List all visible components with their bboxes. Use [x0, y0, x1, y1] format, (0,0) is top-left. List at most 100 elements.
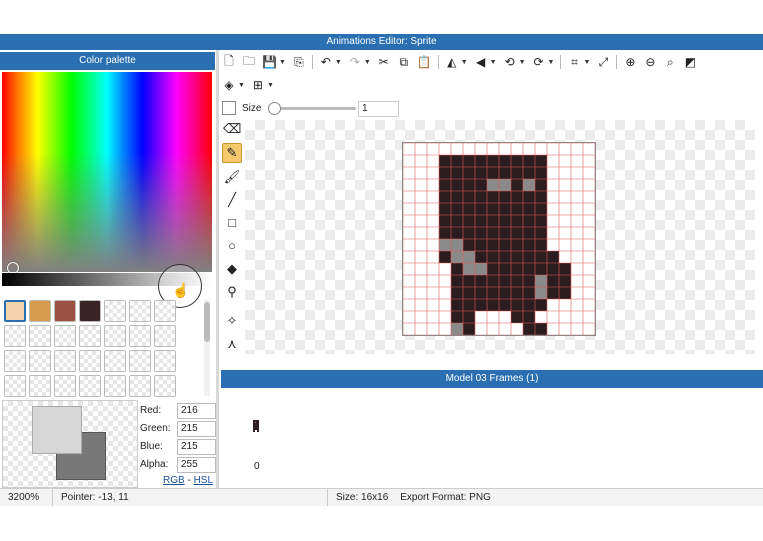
sprite-pixel[interactable]: [463, 191, 475, 203]
sprite-pixel[interactable]: [511, 263, 523, 275]
undo-dropdown-icon[interactable]: ▼: [335, 59, 342, 66]
sprite-pixel[interactable]: [487, 215, 499, 227]
sprite-pixel[interactable]: [475, 203, 487, 215]
save-icon[interactable]: 💾: [262, 55, 277, 69]
sprite-pixel[interactable]: [547, 251, 559, 263]
cut-icon[interactable]: ✂: [377, 55, 391, 69]
sprite-pixel[interactable]: [499, 299, 511, 311]
frame-thumbnail[interactable]: [252, 420, 260, 432]
color-swatch[interactable]: [29, 325, 51, 347]
sprite-pixel[interactable]: [523, 239, 535, 251]
flip-h-dropdown-icon[interactable]: ▼: [461, 59, 468, 66]
sprite-pixel[interactable]: [451, 155, 463, 167]
sprite-canvas[interactable]: [402, 142, 596, 336]
redo-icon[interactable]: ↷: [348, 55, 362, 69]
sprite-pixel[interactable]: [535, 263, 547, 275]
sprite-pixel[interactable]: [523, 227, 535, 239]
swatch-scrollbar-thumb[interactable]: [204, 302, 210, 342]
grid-dropdown-icon[interactable]: ▼: [267, 82, 274, 89]
sprite-pixel[interactable]: [511, 179, 523, 191]
panel-divider[interactable]: [216, 50, 219, 488]
sprite-pixel[interactable]: [547, 275, 559, 287]
sprite-pixel[interactable]: [463, 227, 475, 239]
color-swatch[interactable]: [104, 300, 126, 322]
sprite-pixel[interactable]: [523, 323, 535, 335]
sprite-pixel[interactable]: [451, 167, 463, 179]
sprite-pixel[interactable]: [511, 227, 523, 239]
color-swatch[interactable]: [54, 325, 76, 347]
sprite-pixel[interactable]: [535, 251, 547, 263]
color-swatch[interactable]: [129, 325, 151, 347]
sprite-pixel[interactable]: [511, 203, 523, 215]
sprite-pixel[interactable]: [499, 179, 511, 191]
sprite-pixel[interactable]: [451, 215, 463, 227]
flip-vertical-icon[interactable]: ◀: [474, 55, 488, 69]
sprite-pixel[interactable]: [499, 239, 511, 251]
sprite-pixel[interactable]: [475, 239, 487, 251]
sprite-pixel[interactable]: [463, 215, 475, 227]
sprite-pixel[interactable]: [451, 323, 463, 335]
sprite-pixel[interactable]: [535, 155, 547, 167]
ellipse-icon[interactable]: ○: [223, 237, 241, 255]
redo-dropdown-icon[interactable]: ▼: [364, 59, 371, 66]
sprite-pixel[interactable]: [463, 203, 475, 215]
color-swatch[interactable]: [79, 375, 101, 397]
rotate-left-dropdown-icon[interactable]: ▼: [519, 59, 526, 66]
sprite-pixel[interactable]: [487, 203, 499, 215]
sprite-pixel[interactable]: [475, 287, 487, 299]
sprite-pixel[interactable]: [499, 203, 511, 215]
sprite-pixel[interactable]: [523, 191, 535, 203]
color-swatch[interactable]: [104, 350, 126, 372]
color-spectrum[interactable]: [2, 72, 212, 272]
sprite-pixel[interactable]: [499, 215, 511, 227]
color-swatch[interactable]: [79, 300, 101, 322]
sprite-pixel[interactable]: [523, 155, 535, 167]
hsl-link[interactable]: HSL: [194, 475, 213, 486]
sprite-pixel[interactable]: [451, 179, 463, 191]
sprite-pixel[interactable]: [475, 215, 487, 227]
sprite-pixel[interactable]: [487, 167, 499, 179]
sprite-pixel[interactable]: [547, 263, 559, 275]
sprite-pixel[interactable]: [523, 215, 535, 227]
sprite-pixel[interactable]: [487, 227, 499, 239]
sprite-pixel[interactable]: [475, 167, 487, 179]
pencil-icon[interactable]: ✎: [222, 143, 242, 163]
sprite-pixel[interactable]: [523, 179, 535, 191]
sprite-pixel[interactable]: [535, 239, 547, 251]
sprite-pixel[interactable]: [499, 287, 511, 299]
color-swatch[interactable]: [79, 350, 101, 372]
size-slider-track[interactable]: [268, 107, 356, 110]
sprite-pixel[interactable]: [439, 155, 451, 167]
sprite-pixel[interactable]: [439, 203, 451, 215]
brush-icon[interactable]: 🖌: [223, 168, 241, 186]
sprite-pixel[interactable]: [463, 299, 475, 311]
rgb-link[interactable]: RGB: [163, 475, 185, 486]
new-file-icon[interactable]: 🗋: [222, 52, 236, 73]
sprite-pixel[interactable]: [499, 227, 511, 239]
sprite-pixel[interactable]: [463, 155, 475, 167]
layers-dropdown-icon[interactable]: ▼: [238, 82, 245, 89]
sprite-pixel[interactable]: [463, 323, 475, 335]
color-swatch[interactable]: [4, 300, 26, 322]
fill-bucket-icon[interactable]: ◆: [223, 260, 241, 278]
sprite-pixel[interactable]: [475, 263, 487, 275]
color-swatch[interactable]: [129, 300, 151, 322]
sprite-pixel[interactable]: [511, 191, 523, 203]
sprite-pixel[interactable]: [475, 275, 487, 287]
color-swatch[interactable]: [4, 350, 26, 372]
color-swatch[interactable]: [129, 350, 151, 372]
select-icon[interactable]: ✧: [223, 312, 241, 330]
sprite-pixel[interactable]: [535, 275, 547, 287]
sprite-pixel[interactable]: [451, 191, 463, 203]
sprite-pixel[interactable]: [559, 275, 571, 287]
sprite-pixel[interactable]: [463, 275, 475, 287]
sprite-pixel[interactable]: [535, 299, 547, 311]
sprite-pixel[interactable]: [475, 251, 487, 263]
color-swatch[interactable]: [54, 300, 76, 322]
sprite-pixel[interactable]: [451, 299, 463, 311]
sprite-pixel[interactable]: [523, 311, 535, 323]
sprite-pixel[interactable]: [439, 167, 451, 179]
color-swatch[interactable]: [129, 375, 151, 397]
sprite-pixel[interactable]: [487, 155, 499, 167]
rotate-left-icon[interactable]: ⟲: [503, 55, 517, 69]
